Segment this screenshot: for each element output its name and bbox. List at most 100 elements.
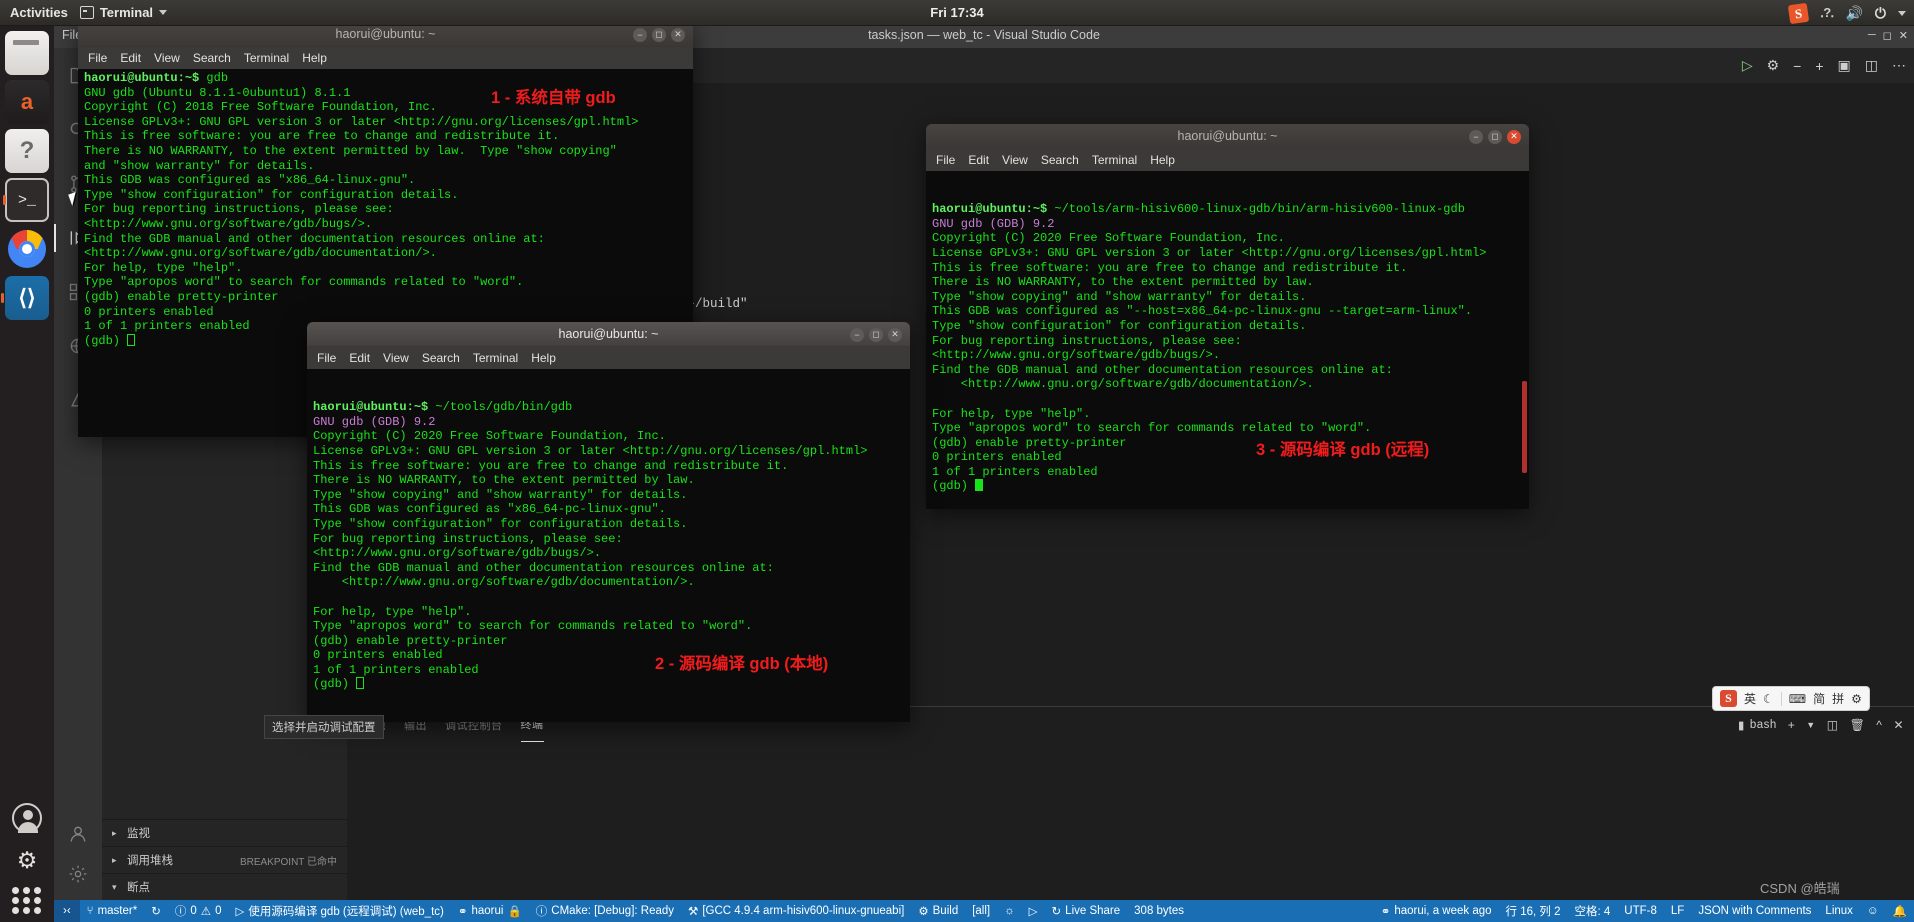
maximize-icon[interactable]: ◻ <box>652 28 666 42</box>
status-remote-indicator[interactable]: ›‹ <box>54 900 80 922</box>
ime-input[interactable]: 拼 <box>1832 690 1844 707</box>
terminal-3-titlebar[interactable]: haorui@ubuntu: ~ − ◻ ✕ <box>926 124 1529 149</box>
menu-help[interactable]: Help <box>531 351 556 365</box>
minimize-icon[interactable]: ─ <box>1868 29 1876 41</box>
maximize-panel-icon[interactable]: ^ <box>1876 718 1882 732</box>
ime-moon-icon[interactable]: ☾ <box>1763 692 1774 706</box>
status-sync[interactable]: ↻ <box>144 900 168 922</box>
close-icon[interactable]: ✕ <box>888 328 902 342</box>
minimize-icon[interactable]: − <box>633 28 647 42</box>
status-cmake[interactable]: ⓘ CMake: [Debug]: Ready <box>529 900 681 922</box>
menu-edit[interactable]: Edit <box>349 351 370 365</box>
menu-file[interactable]: File <box>936 153 955 167</box>
status-branch[interactable]: ⑂ master* <box>80 900 145 922</box>
menu-edit[interactable]: Edit <box>968 153 989 167</box>
more-actions-icon[interactable]: ⋯ <box>1892 57 1906 74</box>
run-code-icon[interactable]: ▷ <box>1742 57 1753 74</box>
volume-icon[interactable]: 🔊 <box>1845 5 1862 22</box>
status-feedback[interactable]: ☺ <box>1860 900 1886 922</box>
terminal-2-titlebar[interactable]: haorui@ubuntu: ~ − ◻ ✕ <box>307 322 910 347</box>
status-debug-target[interactable]: ☼ <box>997 900 1022 922</box>
split-terminal-icon[interactable]: ◫ <box>1827 718 1839 732</box>
terminal-3-window[interactable]: haorui@ubuntu: ~ − ◻ ✕ File Edit View Se… <box>926 124 1529 509</box>
menu-terminal[interactable]: Terminal <box>244 51 289 65</box>
ime-keyboard-icon[interactable]: ⌨ <box>1789 692 1806 706</box>
kill-terminal-icon[interactable]: 🗑 <box>1850 718 1866 732</box>
menu-search[interactable]: Search <box>422 351 460 365</box>
menu-file[interactable]: File <box>88 51 107 65</box>
minimize-icon[interactable]: − <box>850 328 864 342</box>
status-problems[interactable]: ⓘ 0 ⚠ 0 <box>168 900 229 922</box>
sidebar-section-breakpoints[interactable]: ▾ 断点 <box>102 873 347 900</box>
add-terminal-icon[interactable]: + <box>1788 718 1796 732</box>
maximize-icon[interactable]: ◻ <box>1488 130 1502 144</box>
terminal-2-scrollbar[interactable] <box>897 369 910 722</box>
status-live-share[interactable]: ↻ Live Share <box>1045 900 1128 922</box>
status-cursor-position[interactable]: 行 16, 列 2 <box>1499 900 1568 922</box>
status-language-mode[interactable]: JSON with Comments <box>1691 900 1818 922</box>
dock-item-vscode[interactable]: ⟨⟩ <box>5 276 49 320</box>
menu-edit[interactable]: Edit <box>120 51 141 65</box>
status-git-blame[interactable]: ⚭ haorui, a week ago <box>1374 900 1499 922</box>
split-editor-icon[interactable]: ◫ <box>1865 57 1878 74</box>
status-platform[interactable]: Linux <box>1818 900 1860 922</box>
dock-item-amazon[interactable]: a <box>5 80 49 124</box>
chevron-down-icon[interactable] <box>1898 11 1906 16</box>
open-preview-icon[interactable]: ▣ <box>1838 57 1851 74</box>
dock-item-user-avatar[interactable] <box>12 803 42 833</box>
close-icon[interactable]: ✕ <box>671 28 685 42</box>
ime-lang[interactable]: 英 <box>1744 690 1756 707</box>
status-eol[interactable]: LF <box>1664 900 1691 922</box>
menu-terminal[interactable]: Terminal <box>1092 153 1137 167</box>
close-panel-icon[interactable]: ✕ <box>1893 718 1904 732</box>
sidebar-section-watch[interactable]: ▸ 监视 <box>102 819 347 846</box>
menu-help[interactable]: Help <box>1150 153 1175 167</box>
unfold-icon[interactable]: + <box>1815 58 1823 74</box>
close-icon[interactable]: ✕ <box>1899 29 1908 42</box>
dock-item-settings[interactable]: ⚙ <box>14 847 40 873</box>
status-build[interactable]: ⚙ Build <box>911 900 965 922</box>
status-user[interactable]: ⚭ haorui 🔒 <box>451 900 529 922</box>
activity-settings[interactable] <box>54 854 102 894</box>
panel-shell-selector[interactable]: ▮ bash <box>1738 718 1777 732</box>
menu-help[interactable]: Help <box>302 51 327 65</box>
dock-item-help[interactable]: ? <box>5 129 49 173</box>
menu-view[interactable]: View <box>383 351 409 365</box>
sidebar-section-callstack[interactable]: ▸ 调用堆栈 BREAKPOINT 已命中 <box>102 846 347 873</box>
app-menu-button[interactable]: Terminal <box>80 5 167 20</box>
dock-item-terminal[interactable]: >_ <box>5 178 49 222</box>
status-file-size[interactable]: 308 bytes <box>1127 900 1191 922</box>
terminal-3-scrollbar[interactable] <box>1516 171 1529 509</box>
maximize-icon[interactable]: ◻ <box>1883 29 1892 42</box>
menu-file[interactable]: File <box>317 351 336 365</box>
chevron-down-icon[interactable]: ▼ <box>1806 720 1815 730</box>
status-indentation[interactable]: 空格: 4 <box>1568 900 1618 922</box>
activities-button[interactable]: Activities <box>0 5 80 20</box>
dock-item-chrome[interactable] <box>5 227 49 271</box>
menu-search[interactable]: Search <box>1041 153 1079 167</box>
ime-mode[interactable]: 简 <box>1813 690 1825 707</box>
menu-search[interactable]: Search <box>193 51 231 65</box>
ime-toolbar[interactable]: S 英 ☾ ⌨ 简 拼 ⚙ <box>1712 686 1870 711</box>
dock-item-show-applications[interactable] <box>12 887 42 914</box>
status-encoding[interactable]: UTF-8 <box>1617 900 1664 922</box>
power-icon[interactable]: ⏻ <box>1875 5 1886 22</box>
terminal-3-output[interactable]: haorui@ubuntu:~$ ~/tools/arm-hisiv600-li… <box>926 171 1529 509</box>
maximize-icon[interactable]: ◻ <box>869 328 883 342</box>
status-launch-target[interactable]: ▷ <box>1022 900 1045 922</box>
minimize-icon[interactable]: − <box>1469 130 1483 144</box>
dock-item-files[interactable] <box>5 31 49 75</box>
close-icon[interactable]: ✕ <box>1507 130 1521 144</box>
ibus-input-icon[interactable]: ․?․ <box>1820 5 1834 21</box>
menu-terminal[interactable]: Terminal <box>473 351 518 365</box>
menu-view[interactable]: View <box>154 51 180 65</box>
status-notifications[interactable]: 🔔 <box>1886 900 1914 922</box>
status-kit[interactable]: ⚒ [GCC 4.9.4 arm-hisiv600-linux-gnueabi] <box>681 900 911 922</box>
fold-icon[interactable]: − <box>1793 58 1801 74</box>
terminal-2-window[interactable]: haorui@ubuntu: ~ − ◻ ✕ File Edit View Se… <box>307 322 910 722</box>
menu-view[interactable]: View <box>1002 153 1028 167</box>
debug-icon[interactable]: ⚙ <box>1767 57 1780 74</box>
clock[interactable]: Fri 17:34 <box>930 5 983 20</box>
ime-settings-icon[interactable]: ⚙ <box>1851 692 1862 706</box>
activity-account[interactable] <box>54 814 102 854</box>
